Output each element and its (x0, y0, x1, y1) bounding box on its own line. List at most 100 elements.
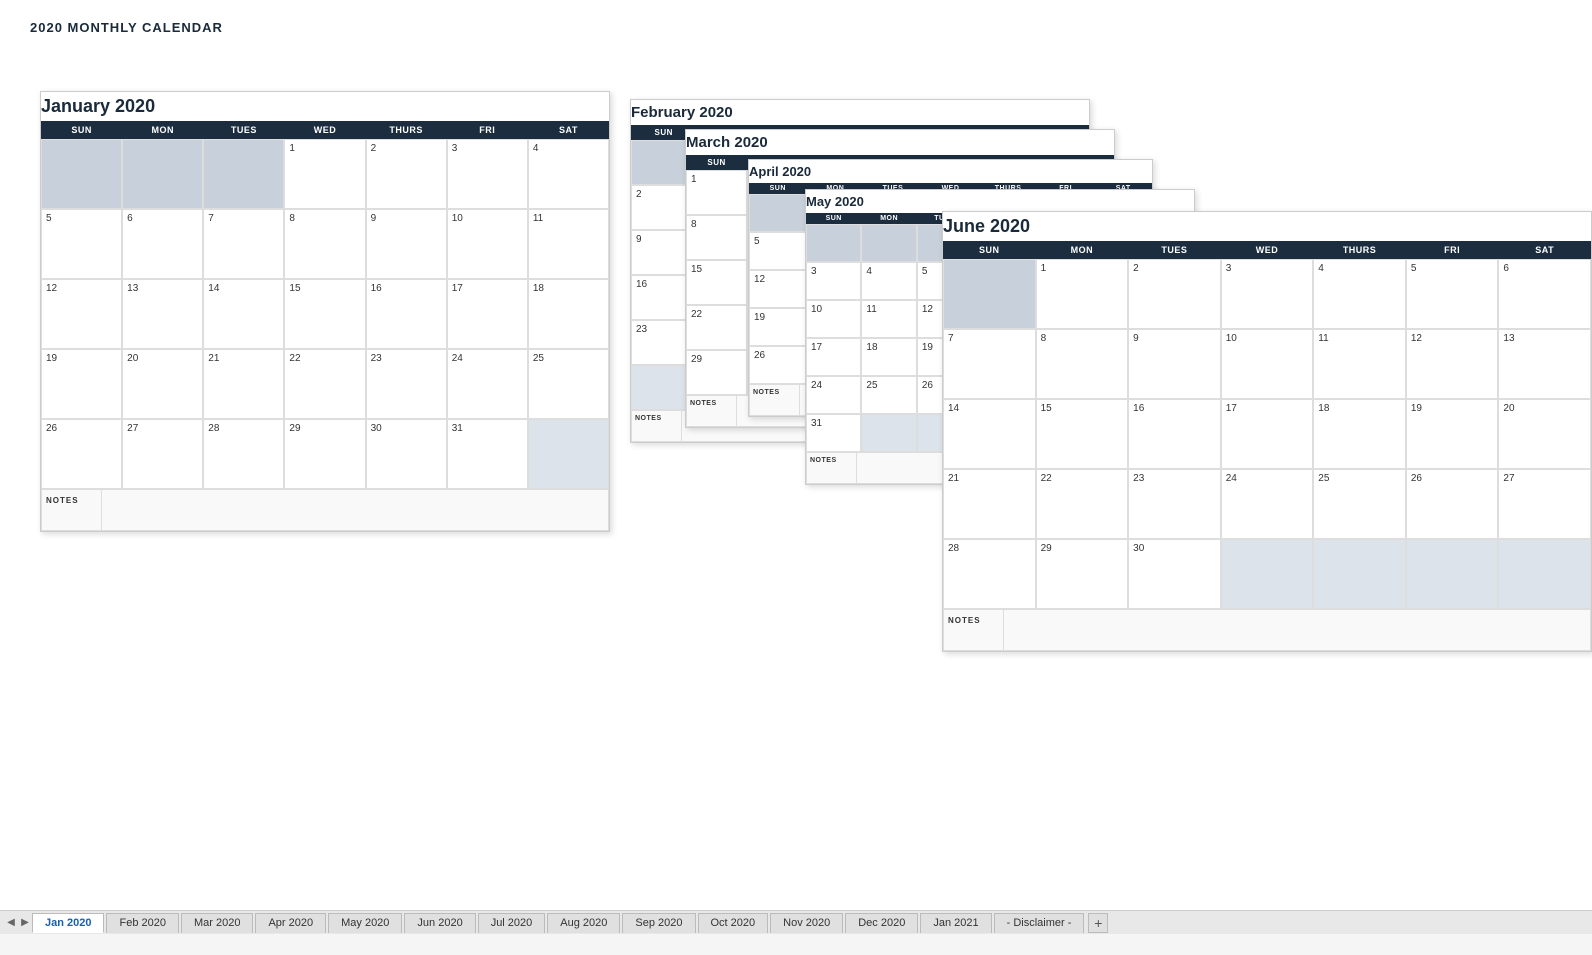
jan-hdr-fri: FRI (447, 121, 528, 139)
table-row: 29 (686, 350, 747, 395)
table-row: 4 (528, 139, 609, 209)
table-row: 2 (1128, 259, 1221, 329)
calendar-january: January 2020 SUN MON TUES WED THURS FRI … (40, 91, 610, 532)
tab-scroll-right[interactable]: ▶ (18, 913, 32, 933)
table-row: 30 (1128, 539, 1221, 609)
jan-hdr-thu: THURS (366, 121, 447, 139)
jun-hdr-fri: FRI (1406, 241, 1499, 259)
may-hdr-sun: SUN (806, 213, 861, 224)
table-row: 29 (284, 419, 365, 489)
jun-hdr-sat: SAT (1498, 241, 1591, 259)
may-hdr-mon: MON (861, 213, 916, 224)
jan-header: SUN MON TUES WED THURS FRI SAT (41, 121, 609, 139)
calendar-container: January 2020 SUN MON TUES WED THURS FRI … (30, 41, 1562, 901)
table-row: 2 (366, 139, 447, 209)
table-row: 9 (366, 209, 447, 279)
table-row: 1 (1036, 259, 1129, 329)
tab-oct-2020[interactable]: Oct 2020 (698, 913, 769, 933)
table-row: 26 (41, 419, 122, 489)
table-row: 22 (1036, 469, 1129, 539)
tab-aug-2020[interactable]: Aug 2020 (547, 913, 620, 933)
jun-hdr-wed: WED (1221, 241, 1314, 259)
table-row: 6 (122, 209, 203, 279)
table-row: 20 (1498, 399, 1591, 469)
table-row: 11 (1313, 329, 1406, 399)
table-row: 7 (203, 209, 284, 279)
table-row (41, 139, 122, 209)
tab-nov-2020[interactable]: Nov 2020 (770, 913, 843, 933)
table-row: 17 (447, 279, 528, 349)
table-row (1406, 539, 1499, 609)
table-row: 23 (1128, 469, 1221, 539)
jan-title: January 2020 (41, 92, 609, 121)
jan-hdr-wed: WED (284, 121, 365, 139)
table-row: 18 (861, 338, 916, 376)
calendar-june: June 2020 SUN MON TUES WED THURS FRI SAT… (942, 211, 1592, 652)
table-row: 3 (1221, 259, 1314, 329)
table-row: 19 (1406, 399, 1499, 469)
tab-mar-2020[interactable]: Mar 2020 (181, 913, 253, 933)
table-row (122, 139, 203, 209)
tab-jun-2020[interactable]: Jun 2020 (404, 913, 475, 933)
main-area: 2020 MONTHLY CALENDAR January 2020 SUN M… (0, 0, 1592, 910)
table-row: 5 (41, 209, 122, 279)
tab-jan-2021[interactable]: Jan 2021 (920, 913, 991, 933)
jan-grid: 1 2 3 4 5 6 7 8 9 10 11 12 13 14 15 16 1… (41, 139, 609, 489)
table-row: 8 (284, 209, 365, 279)
table-row: 8 (1036, 329, 1129, 399)
table-row (1498, 539, 1591, 609)
table-row: 24 (447, 349, 528, 419)
table-row: 16 (1128, 399, 1221, 469)
table-row: 31 (447, 419, 528, 489)
apr-hdr-sun: SUN (749, 183, 807, 194)
tab-bar: ◀ ▶ Jan 2020 Feb 2020 Mar 2020 Apr 2020 … (0, 910, 1592, 934)
mar-hdr-sun: SUN (686, 155, 747, 170)
table-row: 10 (806, 300, 861, 338)
tab-feb-2020[interactable]: Feb 2020 (106, 913, 178, 933)
table-row: 18 (1313, 399, 1406, 469)
table-row: 4 (861, 262, 916, 300)
table-row: 16 (366, 279, 447, 349)
table-row: 5 (749, 232, 807, 270)
table-row: 18 (528, 279, 609, 349)
mar-title: March 2020 (686, 130, 1114, 155)
jun-hdr-mon: MON (1036, 241, 1129, 259)
table-row: 10 (447, 209, 528, 279)
jun-title: June 2020 (943, 212, 1591, 241)
tab-add-button[interactable]: + (1088, 913, 1108, 933)
apr-title: April 2020 (749, 160, 1152, 183)
jun-hdr-tue: TUES (1128, 241, 1221, 259)
tab-apr-2020[interactable]: Apr 2020 (255, 913, 326, 933)
table-row: 15 (1036, 399, 1129, 469)
tab-jan-2020[interactable]: Jan 2020 (32, 913, 104, 933)
jun-header: SUN MON TUES WED THURS FRI SAT (943, 241, 1591, 259)
table-row (203, 139, 284, 209)
tab-jul-2020[interactable]: Jul 2020 (478, 913, 546, 933)
table-row: 22 (284, 349, 365, 419)
table-row: 21 (203, 349, 284, 419)
tab-may-2020[interactable]: May 2020 (328, 913, 402, 933)
table-row: 26 (749, 346, 807, 384)
may-notes-label: NOTES (807, 453, 857, 483)
table-row (861, 224, 916, 262)
table-row: 26 (1406, 469, 1499, 539)
table-row: 6 (1498, 259, 1591, 329)
table-row (861, 414, 916, 452)
table-row: 9 (1128, 329, 1221, 399)
tab-disclaimer[interactable]: - Disclaimer - (994, 913, 1085, 933)
table-row: 25 (861, 376, 916, 414)
table-row: 27 (122, 419, 203, 489)
table-row: 13 (1498, 329, 1591, 399)
tab-dec-2020[interactable]: Dec 2020 (845, 913, 918, 933)
table-row: 11 (861, 300, 916, 338)
tab-scroll-left[interactable]: ◀ (4, 913, 18, 933)
table-row: 17 (1221, 399, 1314, 469)
table-row: 3 (447, 139, 528, 209)
table-row: 29 (1036, 539, 1129, 609)
jun-notes-label: NOTES (944, 610, 1004, 650)
table-row: 31 (806, 414, 861, 452)
page-title: 2020 MONTHLY CALENDAR (30, 20, 1562, 35)
tab-sep-2020[interactable]: Sep 2020 (622, 913, 695, 933)
mar-notes-label: NOTES (687, 396, 737, 426)
jun-notes: NOTES (943, 609, 1591, 651)
